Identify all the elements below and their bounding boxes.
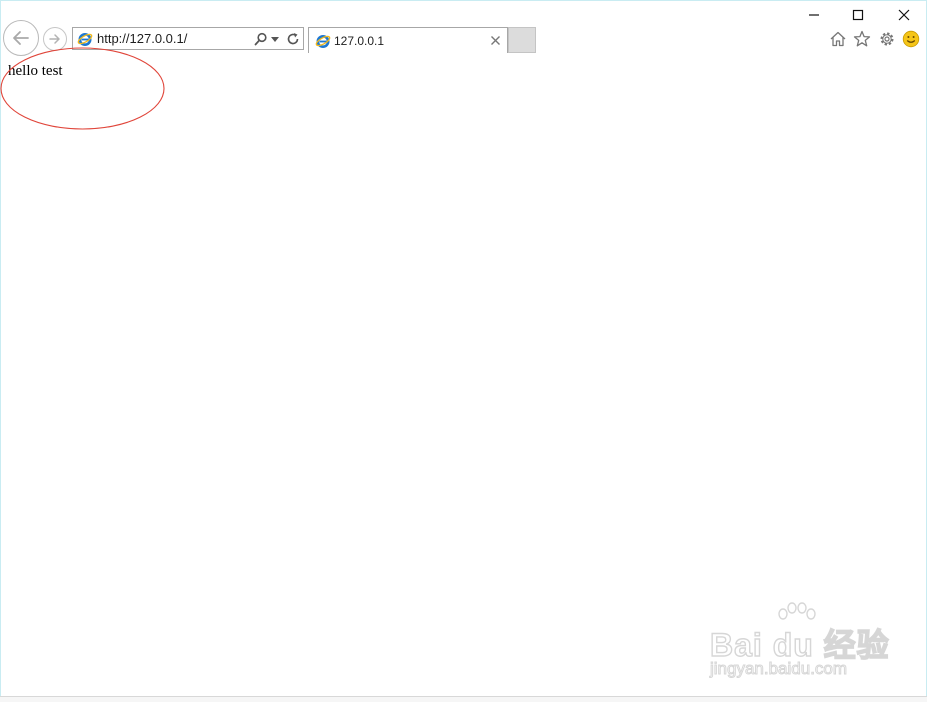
close-window-button[interactable] (892, 4, 916, 26)
tab-title: 127.0.0.1 (334, 34, 385, 48)
feedback-smiley-icon[interactable] (902, 30, 920, 48)
tab-close-icon[interactable] (490, 35, 501, 46)
page-body-text: hello test (8, 63, 63, 79)
watermark-brand: Bai du 经验 (709, 626, 890, 663)
paw-logo-icon (778, 602, 816, 620)
watermark-url: jingyan.baidu.com (709, 659, 848, 679)
address-bar[interactable]: http://127.0.0.1/ (72, 27, 304, 50)
back-button[interactable] (3, 20, 39, 56)
tab-127-0-0-1[interactable]: 127.0.0.1 (308, 27, 508, 53)
search-icon[interactable] (254, 32, 268, 46)
close-icon (898, 9, 910, 21)
annotation-ellipse (0, 47, 165, 130)
back-arrow-icon (13, 31, 29, 45)
new-tab-button[interactable] (508, 27, 536, 53)
refresh-icon[interactable] (286, 32, 300, 46)
address-url[interactable]: http://127.0.0.1/ (97, 31, 187, 46)
forward-arrow-icon (49, 34, 60, 44)
forward-button[interactable] (43, 27, 67, 51)
maximize-icon (852, 9, 864, 21)
dropdown-icon[interactable] (271, 37, 279, 43)
maximize-button[interactable] (846, 4, 870, 26)
taskbar-strip (0, 696, 927, 702)
tab-ie-logo-icon (315, 35, 331, 48)
favorites-icon[interactable] (853, 30, 871, 48)
settings-icon[interactable] (878, 30, 896, 48)
home-icon[interactable] (829, 30, 847, 48)
minimize-button[interactable] (802, 4, 826, 26)
baidu-jingyan-watermark: Bai du 经验 jingyan.baidu.com (709, 602, 890, 682)
ie-logo-icon (77, 33, 93, 46)
minimize-icon (809, 14, 819, 16)
window-frame (0, 0, 927, 702)
